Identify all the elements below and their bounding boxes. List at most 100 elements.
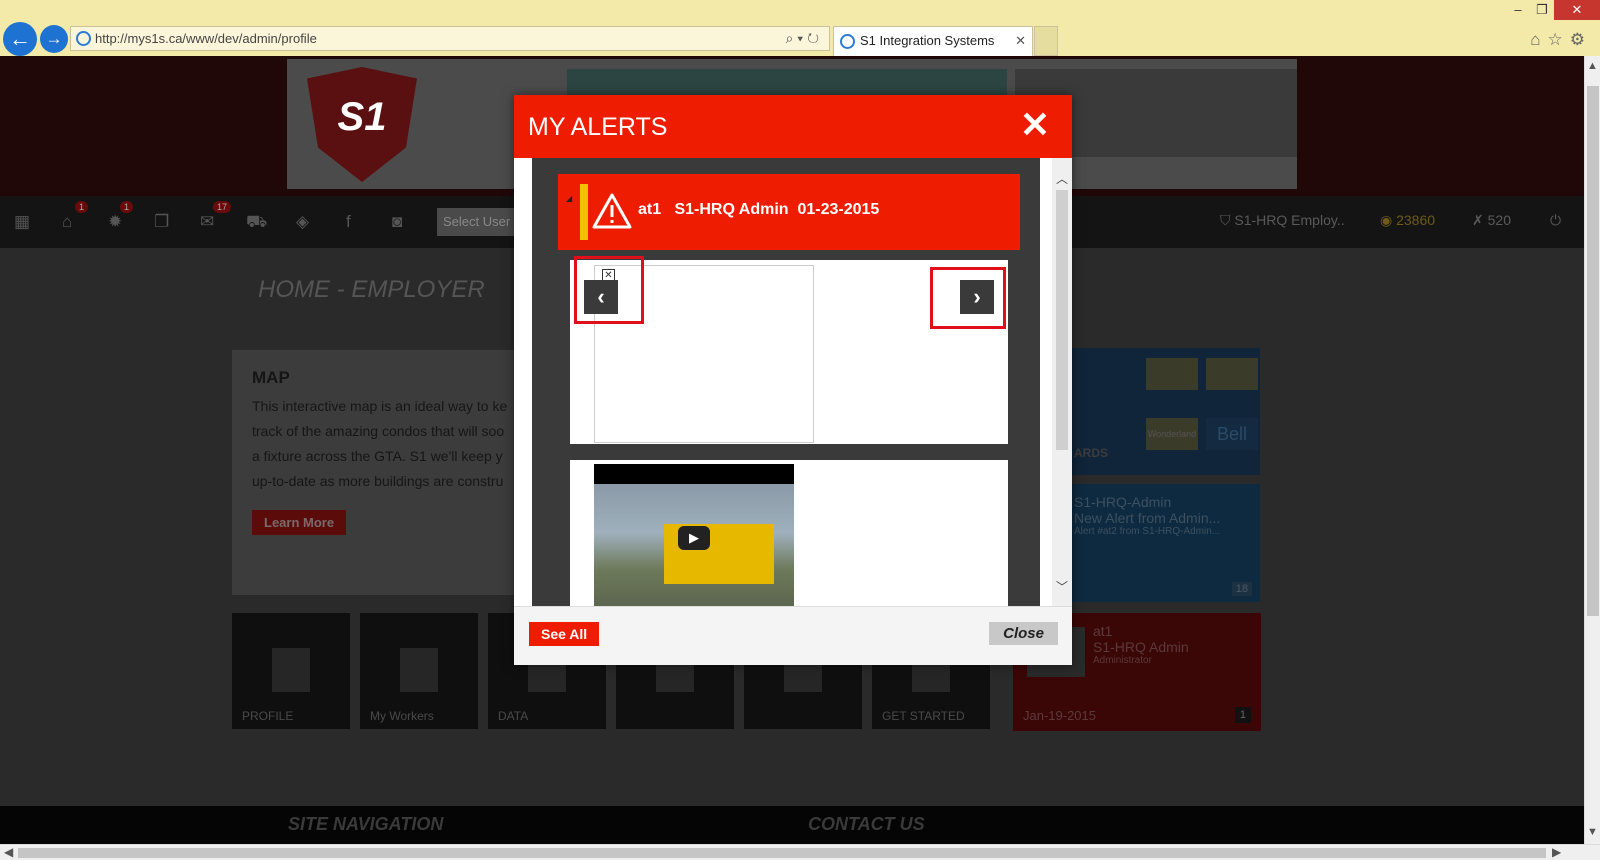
scroll-left-icon[interactable]: ◀ — [4, 845, 13, 859]
instagram-icon[interactable]: ◙ — [392, 212, 402, 232]
profile-date: Jan-19-2015 — [1023, 708, 1096, 723]
alert-attachments: ✕ ‹ › ▶ — [558, 250, 1020, 606]
mail-badge: 17 — [213, 201, 232, 213]
workers-icon — [400, 648, 438, 692]
scroll-down-icon[interactable]: ﹀ — [1056, 578, 1068, 595]
browser-chrome: ← → http://mys1s.ca/www/dev/admin/profil… — [0, 0, 1600, 56]
award-logo — [1206, 358, 1258, 390]
award-logo-bell: Bell — [1206, 418, 1258, 450]
tile-profile[interactable]: PROFILE — [232, 613, 350, 729]
alert-card-title: New Alert from Admin... — [1074, 510, 1221, 526]
ie-icon — [840, 34, 855, 49]
alert-item: ◢ at1 S1-HRQ Admin 01-23-2015 ✕ ‹ › ▶ — [558, 174, 1020, 606]
search-refresh-icons[interactable]: ⌕▾↻ — [785, 27, 823, 50]
see-all-button[interactable]: See All — [529, 622, 600, 646]
alerts-container: ◢ at1 S1-HRQ Admin 01-23-2015 ✕ ‹ › ▶ — [532, 158, 1040, 606]
modal-title: MY ALERTS — [528, 113, 668, 141]
modal-body: ◢ at1 S1-HRQ Admin 01-23-2015 ✕ ‹ › ▶ ︿ … — [514, 158, 1072, 606]
highlight-box-previous — [574, 256, 644, 324]
profile-company: S1-HRQ Admin — [1093, 639, 1189, 655]
alert-card-name: S1-HRQ-Admin — [1074, 494, 1172, 510]
points-counter: ◉ 23860 — [1380, 212, 1436, 228]
home-icon[interactable]: ⌂ — [62, 212, 72, 232]
user-menu[interactable]: ⛉ S1-HRQ Employ.. — [1220, 212, 1345, 229]
tile-label: PROFILE — [242, 709, 294, 723]
awards-label: ARDS — [1074, 446, 1109, 460]
s1-logo: S1 — [307, 67, 417, 182]
scroll-thumb[interactable] — [1056, 190, 1068, 450]
my-alerts-modal: MY ALERTS ✕ ◢ at1 S1-HRQ Admin 01-23-201… — [514, 95, 1072, 665]
scroll-down-icon[interactable]: ▼ — [1587, 826, 1598, 838]
page-horizontal-scrollbar[interactable]: ◀ ▶ — [0, 844, 1600, 860]
awards-tile[interactable]: Wonderland Bell ARDS — [1060, 348, 1260, 475]
window-close-icon[interactable]: ✕ — [1554, 0, 1600, 20]
home-badge: 1 — [75, 201, 89, 213]
scroll-thumb[interactable] — [1587, 86, 1599, 616]
modal-scrollbar[interactable]: ︿ ﹀ — [1052, 158, 1072, 606]
tile-label: My Workers — [370, 709, 434, 723]
home-icon[interactable]: ⌂ — [1530, 30, 1547, 49]
tab-close-icon[interactable]: ✕ — [1015, 27, 1026, 55]
chrome-toolbar-icons: ⌂☆⚙ — [1530, 30, 1592, 50]
warning-icon — [592, 193, 632, 229]
alert-card-count: 18 — [1231, 582, 1252, 596]
address-bar[interactable]: http://mys1s.ca/www/dev/admin/profile ⌕▾… — [70, 26, 830, 51]
video-player[interactable]: ▶ — [594, 464, 794, 606]
tile-label: GET STARTED — [882, 709, 965, 723]
back-button[interactable]: ← — [3, 22, 37, 56]
close-button[interactable]: Close — [989, 622, 1058, 645]
facebook-icon[interactable]: f — [346, 212, 351, 232]
gear-icon[interactable]: ⚙ — [1570, 30, 1592, 49]
select-user-input[interactable]: Select User — [437, 208, 517, 236]
cart-icon[interactable]: ⛟ — [246, 212, 267, 234]
settings-icon[interactable]: ✹ — [108, 212, 122, 232]
alert-name: at1 — [638, 201, 662, 218]
modal-header: MY ALERTS ✕ — [514, 95, 1072, 158]
scroll-up-icon[interactable]: ▲ — [1587, 60, 1598, 72]
scroll-up-icon[interactable]: ︿ — [1056, 170, 1068, 187]
profile-count: 1 — [1234, 707, 1251, 723]
settings-badge: 1 — [120, 201, 134, 213]
mail-icon[interactable]: ✉ — [200, 212, 214, 232]
scroll-right-icon[interactable]: ▶ — [1552, 845, 1561, 859]
power-icon[interactable]: ⏻ — [1550, 212, 1561, 229]
alert-header[interactable]: ◢ at1 S1-HRQ Admin 01-23-2015 — [558, 174, 1020, 250]
highlight-box-next — [930, 267, 1006, 329]
alert-title: at1 S1-HRQ Admin 01-23-2015 — [638, 201, 879, 219]
url-text: http://mys1s.ca/www/dev/admin/profile — [95, 31, 317, 46]
alert-from: S1-HRQ Admin — [674, 201, 789, 218]
star-icon[interactable]: ☆ — [1548, 30, 1570, 49]
footer: SITE NAVIGATION CONTACT US — [0, 806, 1584, 844]
award-logo-wonderland: Wonderland — [1146, 418, 1198, 450]
user-label: S1-HRQ Employ.. — [1234, 212, 1345, 228]
play-icon[interactable]: ▶ — [678, 526, 710, 550]
scroll-thumb[interactable] — [18, 848, 1546, 858]
award-logo — [1146, 358, 1198, 390]
education-icon[interactable]: ◈ — [296, 212, 309, 232]
alert-summary-card[interactable]: S1-HRQ-Admin New Alert from Admin... Ale… — [1060, 484, 1260, 602]
learn-more-button[interactable]: Learn More — [252, 510, 347, 535]
points-value: 23860 — [1396, 212, 1436, 228]
score-value: 520 — [1487, 212, 1511, 228]
chat-icon[interactable]: ❐ — [154, 212, 169, 232]
map-card-text: This interactive map is an ideal way to … — [252, 398, 508, 489]
forward-button[interactable]: → — [40, 25, 68, 53]
new-tab-button[interactable] — [1034, 26, 1058, 56]
ie-icon — [76, 31, 91, 46]
browser-tab[interactable]: S1 Integration Systems ✕ — [833, 26, 1033, 56]
person-icon — [272, 648, 310, 692]
tile-my-workers[interactable]: My Workers — [360, 613, 478, 729]
grid-icon[interactable]: ▦ — [14, 212, 30, 232]
site-navigation-heading: SITE NAVIGATION — [288, 814, 444, 834]
minimize-icon[interactable]: – — [1506, 2, 1530, 17]
collapse-caret-icon[interactable]: ◢ — [566, 194, 572, 203]
restore-icon[interactable]: ❐ — [1530, 2, 1554, 18]
modal-footer: See All Close — [514, 606, 1072, 665]
window-controls: – ❐ ✕ — [1506, 0, 1600, 22]
page-vertical-scrollbar[interactable]: ▲ ▼ — [1584, 56, 1600, 844]
profile-role: Administrator — [1093, 655, 1152, 666]
page-title: HOME - EMPLOYER — [258, 276, 485, 303]
contact-us-heading: CONTACT US — [808, 814, 925, 834]
modal-close-icon[interactable]: ✕ — [1020, 107, 1050, 143]
tile-label: DATA — [498, 709, 529, 723]
